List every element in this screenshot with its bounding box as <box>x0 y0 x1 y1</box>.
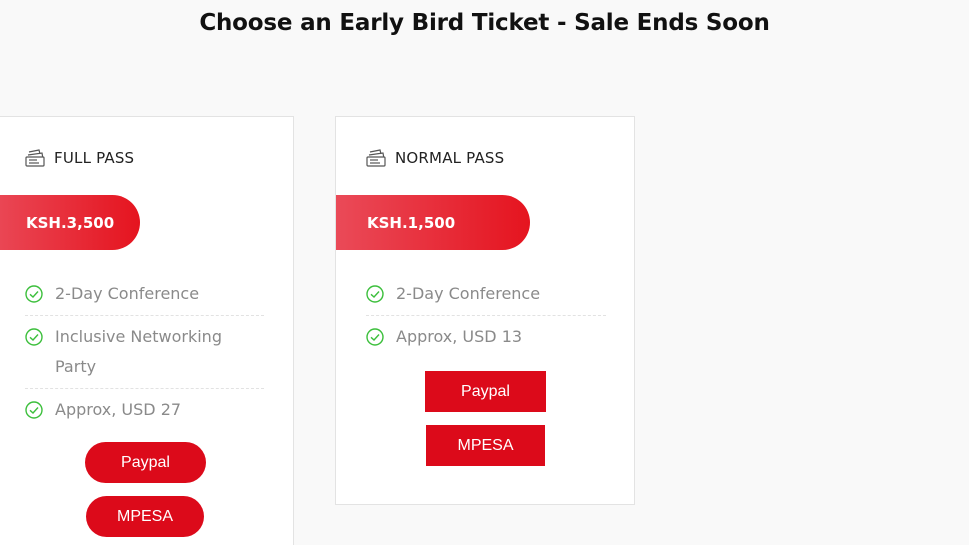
feature-label: Inclusive Networking Party <box>55 327 222 376</box>
feature-item: 2-Day Conference <box>366 273 606 316</box>
feature-item: Approx, USD 13 <box>366 316 606 358</box>
feature-item: Inclusive Networking Party <box>25 316 264 389</box>
pass-name: NORMAL PASS <box>395 149 505 167</box>
check-circle-icon <box>25 328 43 346</box>
pass-header: NORMAL PASS <box>366 149 504 167</box>
check-circle-icon <box>25 401 43 419</box>
ticket-icon <box>366 149 386 167</box>
feature-list: 2-Day Conference Inclusive Networking Pa… <box>25 273 264 431</box>
feature-label: Approx, USD 13 <box>396 327 523 346</box>
pass-header: FULL PASS <box>25 149 134 167</box>
feature-item: 2-Day Conference <box>25 273 264 316</box>
mpesa-button[interactable]: MPESA <box>426 425 545 466</box>
feature-list: 2-Day Conference Approx, USD 13 <box>366 273 606 358</box>
check-circle-icon <box>366 285 384 303</box>
ticket-icon <box>25 149 45 167</box>
pricing-page: Choose an Early Bird Ticket - Sale Ends … <box>0 0 969 545</box>
feature-label: 2-Day Conference <box>55 284 200 303</box>
page-title: Choose an Early Bird Ticket - Sale Ends … <box>199 10 770 36</box>
feature-label: 2-Day Conference <box>396 284 541 303</box>
check-circle-icon <box>366 328 384 346</box>
check-circle-icon <box>25 285 43 303</box>
feature-item: Approx, USD 27 <box>25 389 264 431</box>
ticket-card-full-pass: FULL PASS KSH.3,500 2-Day Conference Inc… <box>0 116 294 545</box>
ticket-card-normal-pass: NORMAL PASS KSH.1,500 2-Day Conference A… <box>335 116 635 505</box>
price-badge: KSH.1,500 <box>336 195 530 250</box>
paypal-button[interactable]: Paypal <box>85 442 206 483</box>
pass-name: FULL PASS <box>54 149 135 167</box>
price-badge: KSH.3,500 <box>0 195 140 250</box>
mpesa-button[interactable]: MPESA <box>86 496 204 537</box>
paypal-button[interactable]: Paypal <box>425 371 546 412</box>
feature-label: Approx, USD 27 <box>55 400 182 419</box>
